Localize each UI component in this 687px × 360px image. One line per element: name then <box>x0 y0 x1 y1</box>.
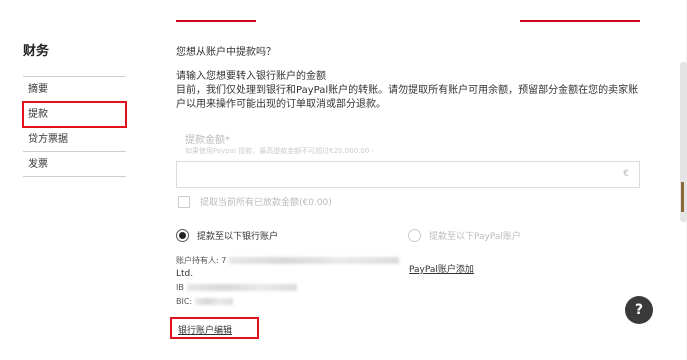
radio-paypal-label: 提款至以下PayPal账户 <box>429 232 521 242</box>
sidebar-item-credit-notes[interactable]: 贷方票据 <box>23 127 126 152</box>
scrollbar-marker <box>681 182 684 212</box>
amount-input[interactable]: € <box>176 161 640 188</box>
redacted-iban <box>186 284 297 291</box>
sidebar-item-withdraw[interactable]: 提款 <box>22 101 127 128</box>
redacted-account-holder <box>229 257 400 264</box>
redacted-bic <box>195 298 234 305</box>
sidebar-title: 财务 <box>23 44 50 59</box>
account-ltd: Ltd. <box>176 269 194 279</box>
intro-line-2: 目前，我们仅处理到银行和PayPal账户的转账。请勿提取所有账户可用余额，预留部… <box>176 85 639 110</box>
help-button[interactable]: ? <box>625 296 653 324</box>
sidebar-item-invoices[interactable]: 发票 <box>23 152 126 177</box>
withdraw-question: 您想从账户中提款吗？ <box>176 47 276 58</box>
radio-bank-row: 提款至以下银行账户 <box>176 229 278 242</box>
bic-label: BIC: <box>176 297 193 306</box>
withdraw-all-checkbox[interactable] <box>178 195 190 208</box>
top-red-strip-right <box>520 20 640 22</box>
radio-paypal-account[interactable] <box>408 229 421 242</box>
withdraw-all-label: 提取当前所有已放款金额(€0.00) <box>200 198 332 208</box>
paypal-add-link[interactable]: PayPal账户添加 <box>409 262 474 275</box>
withdraw-all-row: 提取当前所有已放款金额(€0.00) <box>178 195 332 208</box>
intro-text: 请输入您想要转入银行账户的金额 目前，我们仅处理到银行和PayPal账户的转账。… <box>176 70 646 112</box>
radio-bank-label: 提款至以下银行账户 <box>197 232 279 242</box>
currency-symbol: € <box>623 169 629 179</box>
sidebar-item-summary[interactable]: 摘要 <box>23 77 126 102</box>
bank-edit-link[interactable]: 银行账户编辑 <box>178 323 232 336</box>
account-holder-line: 账户持有人: 7 <box>176 255 400 266</box>
intro-line-1: 请输入您想要转入银行账户的金额 <box>176 71 326 82</box>
iban-line: IB <box>176 283 297 292</box>
amount-label: 提款金额* <box>185 135 230 146</box>
radio-bank-account[interactable] <box>176 229 189 242</box>
amount-hint: 如果使用Paypal 提款，最高提款金额不可超过€20,000.00 - <box>185 147 375 155</box>
bic-line: BIC: <box>176 297 234 306</box>
top-red-strip-left <box>176 20 256 22</box>
radio-paypal-row: 提款至以下PayPal账户 <box>408 229 521 242</box>
account-holder-label: 账户持有人: 7 <box>176 256 227 265</box>
sidebar-nav: 摘要 提款 贷方票据 发票 <box>22 76 127 177</box>
iban-label: IB <box>176 283 184 292</box>
